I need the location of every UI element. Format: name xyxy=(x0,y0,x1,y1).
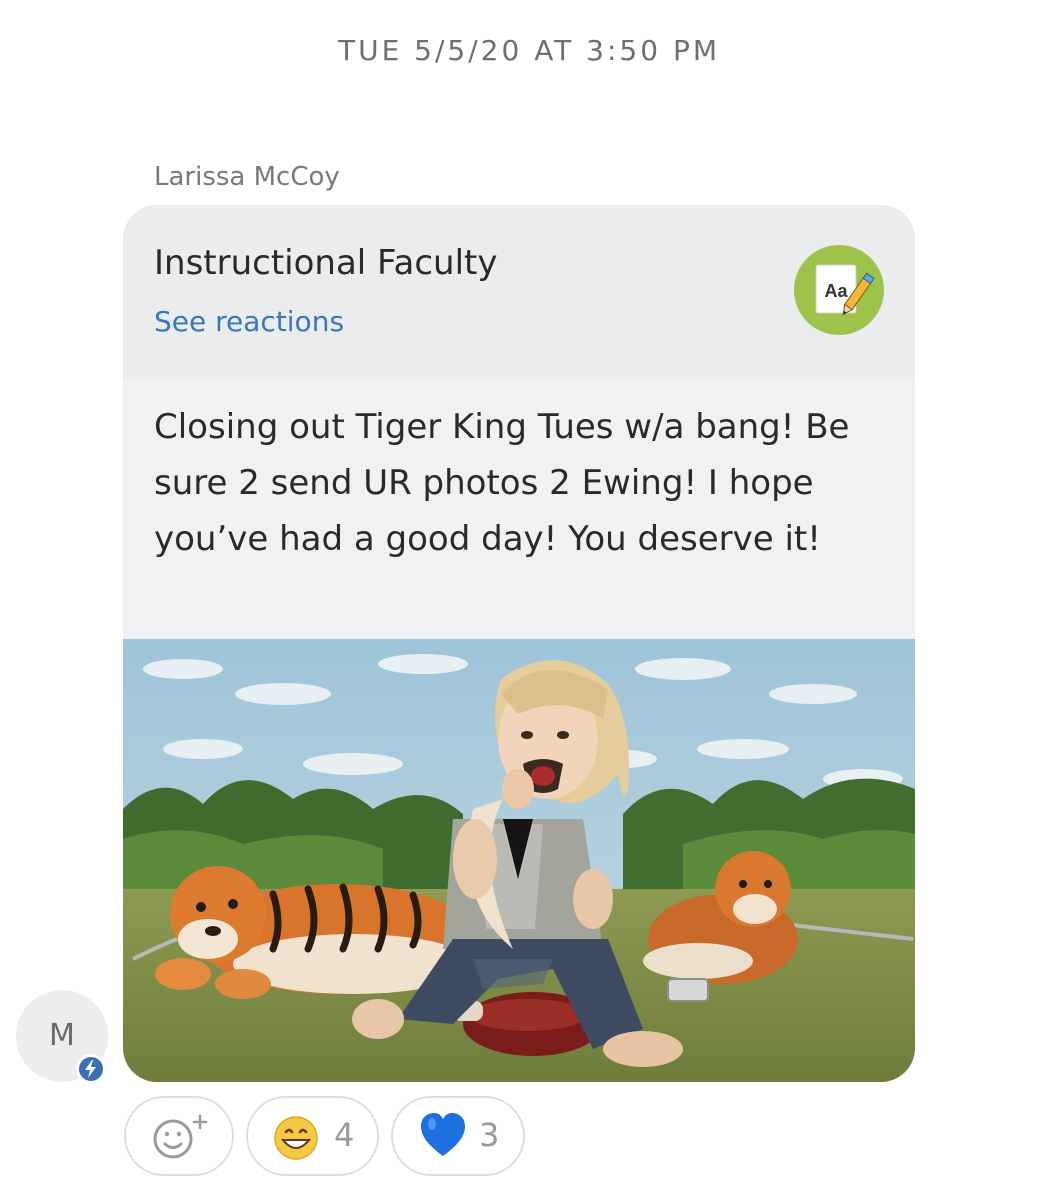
reaction-grinning-button[interactable]: 4 xyxy=(246,1096,379,1176)
lightning-bolt-icon xyxy=(85,1060,96,1078)
sender-name: Larissa McCoy xyxy=(154,162,340,192)
attached-photo[interactable] xyxy=(123,639,915,1082)
message-bubble[interactable]: Instructional Faculty See reactions Aa C… xyxy=(123,205,915,1082)
message-timestamp: TUE 5/5/20 AT 3:50 PM xyxy=(337,34,721,67)
reaction-heart-count: 3 xyxy=(479,1116,500,1154)
add-reaction-icon xyxy=(153,1114,208,1159)
document-pencil-icon: Aa xyxy=(815,264,875,316)
bolt-badge xyxy=(76,1054,106,1084)
reaction-grinning-count: 4 xyxy=(334,1116,355,1154)
group-avatar[interactable]: Aa xyxy=(794,245,884,335)
photo-image xyxy=(123,639,915,1082)
reaction-heart-button[interactable]: 3 xyxy=(391,1096,525,1176)
see-reactions-link[interactable]: See reactions xyxy=(154,305,344,338)
message-text: Closing out Tiger King Tues w/a bang! Be… xyxy=(154,407,850,559)
add-reaction-button[interactable] xyxy=(124,1096,234,1176)
group-avatar-label: Aa xyxy=(824,281,848,301)
message-header: Instructional Faculty See reactions Aa xyxy=(123,205,915,379)
group-name: Instructional Faculty xyxy=(154,243,498,283)
grinning-face-icon xyxy=(274,1116,318,1160)
blue-heart-icon xyxy=(421,1113,465,1156)
